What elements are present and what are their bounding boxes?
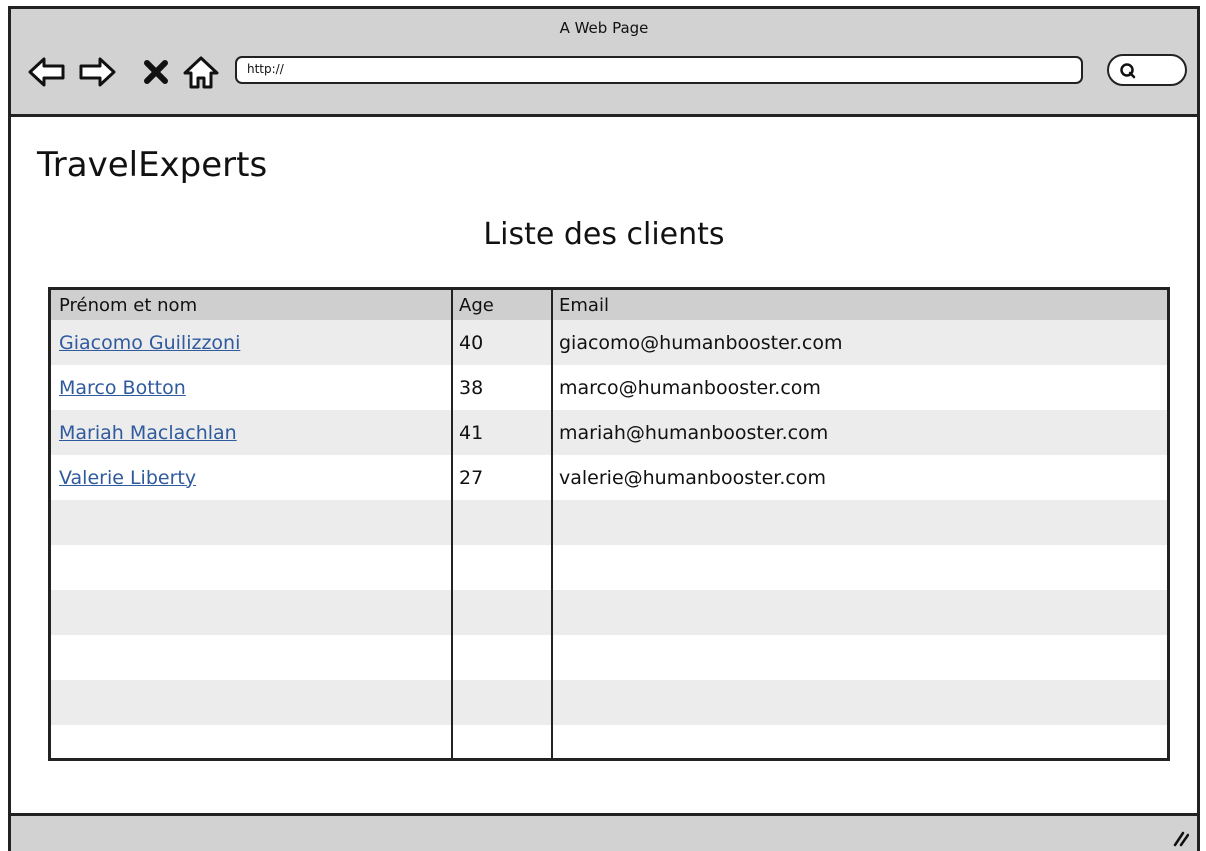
- empty-table-row: [51, 500, 1167, 545]
- clients-table: Prénom et nom Age Email Giacomo Guilizzo…: [48, 287, 1170, 761]
- client-email: mariah@humanbooster.com: [559, 421, 829, 444]
- table-row: Mariah Maclachlan 41 mariah@humanbooster…: [51, 410, 1167, 455]
- table-row: Valerie Liberty 27 valerie@humanbooster.…: [51, 455, 1167, 500]
- client-link[interactable]: Mariah Maclachlan: [59, 422, 237, 444]
- column-header-email[interactable]: Email: [551, 290, 1167, 320]
- client-email: valerie@humanbooster.com: [559, 466, 826, 489]
- column-header-age[interactable]: Age: [451, 290, 551, 320]
- back-arrow-icon[interactable]: [27, 53, 67, 91]
- brand-title: TravelExperts: [37, 145, 268, 185]
- empty-table-row: [51, 725, 1167, 758]
- url-input[interactable]: http://: [235, 56, 1083, 84]
- empty-table-row: [51, 545, 1167, 590]
- client-age: 38: [459, 376, 484, 399]
- empty-table-row: [51, 680, 1167, 725]
- column-header-name[interactable]: Prénom et nom: [51, 290, 451, 320]
- resize-grip-icon[interactable]: [1171, 829, 1189, 847]
- close-icon[interactable]: [141, 53, 171, 91]
- search-icon: [1120, 63, 1136, 79]
- client-link[interactable]: Marco Botton: [59, 377, 186, 399]
- table-row: Giacomo Guilizzoni 40 giacomo@humanboost…: [51, 320, 1167, 365]
- status-bar: [11, 813, 1197, 851]
- page-heading: Liste des clients: [483, 217, 725, 252]
- table-header-row: Prénom et nom Age Email: [51, 290, 1167, 320]
- browser-toolbar: A Web Page http://: [11, 9, 1197, 117]
- empty-table-row: [51, 635, 1167, 680]
- forward-arrow-icon[interactable]: [77, 53, 117, 91]
- client-link[interactable]: Valerie Liberty: [59, 467, 196, 489]
- client-link[interactable]: Giacomo Guilizzoni: [59, 332, 240, 354]
- search-input[interactable]: [1107, 54, 1187, 86]
- client-email: marco@humanbooster.com: [559, 376, 821, 399]
- column-divider: [551, 290, 553, 758]
- table-row: Marco Botton 38 marco@humanbooster.com: [51, 365, 1167, 410]
- column-divider: [451, 290, 453, 758]
- browser-window: A Web Page http:// TravelExperts Liste d…: [8, 6, 1200, 851]
- client-age: 40: [459, 331, 484, 354]
- client-age: 41: [459, 421, 484, 444]
- empty-table-row: [51, 590, 1167, 635]
- window-title: A Web Page: [559, 19, 649, 37]
- home-icon[interactable]: [181, 53, 221, 91]
- client-email: giacomo@humanbooster.com: [559, 331, 843, 354]
- client-age: 27: [459, 466, 484, 489]
